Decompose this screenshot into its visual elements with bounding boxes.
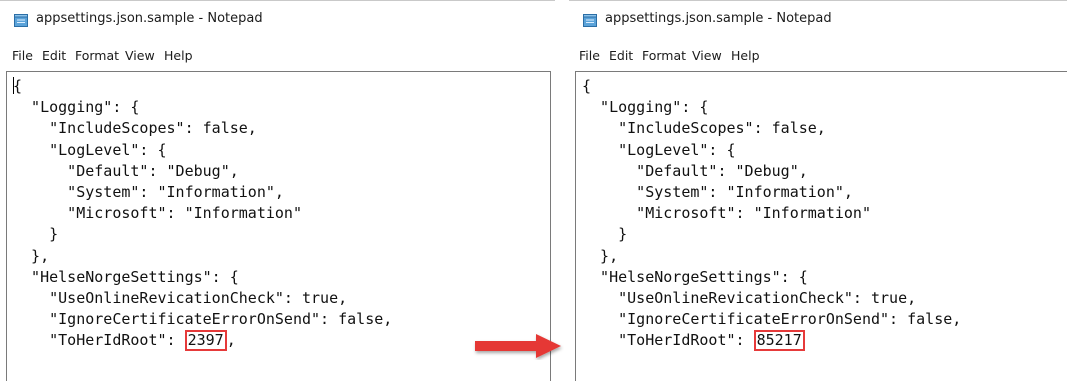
highlighted-value-box: 85217 — [753, 330, 805, 352]
code-line: "IgnoreCertificateErrorOnSend": false, — [582, 310, 962, 329]
code-line: "IncludeScopes": false, — [582, 119, 826, 138]
menu-view[interactable]: View — [125, 48, 155, 63]
code-line: "Microsoft": "Information" — [13, 204, 302, 223]
menu-help[interactable]: Help — [731, 48, 760, 63]
notepad-icon — [14, 14, 28, 27]
code-line: } — [582, 225, 628, 244]
code-line: "Default": "Debug", — [13, 161, 239, 180]
code-line: "Default": "Debug", — [582, 161, 808, 180]
menu-edit[interactable]: Edit — [609, 48, 633, 63]
window-title: appsettings.json.sample - Notepad — [605, 11, 832, 26]
title-bar: appsettings.json.sample - Notepad — [569, 0, 1067, 39]
menu-file[interactable]: File — [579, 48, 600, 63]
code-line: "System": "Information", — [582, 182, 853, 201]
code-text: { "Logging": { "IncludeScopes": false, "… — [582, 76, 962, 352]
menu-format[interactable]: Format — [642, 48, 686, 63]
code-line: "LogLevel": { — [13, 140, 167, 159]
code-line: { — [582, 77, 592, 95]
code-line: "Microsoft": "Information" — [582, 204, 871, 223]
text-editor-area[interactable]: { "Logging": { "IncludeScopes": false, "… — [575, 71, 1067, 381]
right-arrow-icon — [475, 334, 561, 358]
code-line: "HelseNorgeSettings": { — [582, 267, 808, 286]
notepad-window-left: appsettings.json.sample - Notepad File E… — [0, 0, 555, 381]
code-line: "HelseNorgeSettings": { — [13, 267, 239, 286]
highlighted-value-box: 2397 — [184, 330, 227, 352]
code-line: "Logging": { — [13, 98, 140, 117]
code-line: "ToHerIdRoot": 85217 — [582, 330, 961, 352]
menu-view[interactable]: View — [692, 48, 722, 63]
text-editor-area[interactable]: { "Logging": { "IncludeScopes": false, "… — [6, 71, 551, 381]
title-bar: appsettings.json.sample - Notepad — [0, 0, 555, 39]
menu-help[interactable]: Help — [164, 48, 193, 63]
code-line: "IgnoreCertificateErrorOnSend": false, — [13, 310, 393, 329]
notepad-icon — [583, 14, 597, 27]
text-caret — [13, 77, 15, 94]
code-line: "ToHerIdRoot": 2397, — [13, 330, 236, 352]
window-title: appsettings.json.sample - Notepad — [36, 11, 263, 26]
code-line: "Logging": { — [582, 98, 709, 117]
menu-bar: File Edit Format View Help — [569, 43, 1067, 69]
code-line: { — [13, 77, 23, 95]
menu-format[interactable]: Format — [75, 48, 119, 63]
code-line: }, — [13, 246, 50, 265]
code-line: "IncludeScopes": false, — [13, 119, 257, 138]
code-text: { "Logging": { "IncludeScopes": false, "… — [13, 76, 393, 352]
code-line: } — [13, 225, 59, 244]
code-line: "UseOnlineRevicationCheck": true, — [582, 288, 917, 307]
menu-edit[interactable]: Edit — [42, 48, 66, 63]
code-line: }, — [582, 246, 619, 265]
menu-file[interactable]: File — [12, 48, 33, 63]
menu-bar: File Edit Format View Help — [0, 43, 555, 69]
code-line: "LogLevel": { — [582, 140, 736, 159]
code-line: "UseOnlineRevicationCheck": true, — [13, 288, 348, 307]
notepad-window-right: appsettings.json.sample - Notepad File E… — [569, 0, 1067, 381]
code-line: "System": "Information", — [13, 182, 284, 201]
